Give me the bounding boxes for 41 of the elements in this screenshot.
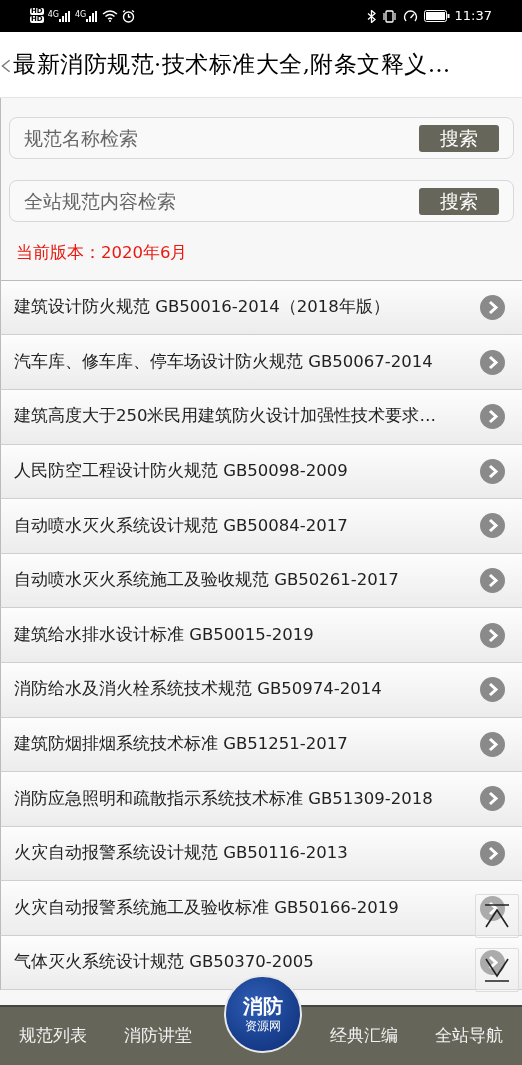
network-label: 4G — [74, 10, 87, 19]
network-label: 4G — [47, 10, 59, 19]
standard-title: 建筑防烟排烟系统技术标准 GB51251-2017 — [14, 732, 349, 755]
standard-title: 气体灭火系统设计规范 GB50370-2005 — [14, 951, 315, 974]
list-item[interactable]: 人民防空工程设计防火规范 GB50098-2009 — [0, 444, 522, 500]
standard-title: 建筑高度大于250米民用建筑防火设计加强性技术要求… — [14, 405, 437, 428]
search-field[interactable]: 规范名称检索 搜索 — [9, 117, 514, 159]
page-title: 最新消防规范·技术标准大全,附条文释义… — [13, 49, 451, 79]
list-item[interactable]: 气体灭火系统设计规范 GB50370-2005 — [0, 935, 522, 991]
list-item[interactable]: 建筑防烟排烟系统技术标准 GB51251-2017 — [0, 717, 522, 773]
list-item[interactable]: 建筑设计防火规范 GB50016-2014（2018年版） — [0, 280, 522, 336]
status-time: 11:37 — [454, 7, 492, 26]
standard-title: 火灾自动报警系统施工及验收标准 GB50166-2019 — [14, 896, 400, 919]
standard-title: 消防应急照明和疏散指示系统技术标准 GB51309-2018 — [14, 787, 434, 810]
standard-title: 自动喷水灭火系统施工及验收规范 GB50261-2017 — [14, 569, 400, 592]
nav-tab[interactable]: 经典汇编 — [311, 1007, 417, 1065]
logo-main-text: 消防 — [243, 996, 283, 1016]
search-button[interactable]: 搜索 — [419, 187, 499, 215]
list-item[interactable]: 自动喷水灭火系统设计规范 GB50084-2017 — [0, 499, 522, 554]
nav-tab[interactable]: 全站导航 — [416, 1007, 522, 1065]
standard-title: 汽车库、修车库、停车场设计防火规范 GB50067-2014 — [14, 350, 434, 373]
list-item[interactable]: 自动喷水灭火系统施工及验收规范 GB50261-2017 — [0, 553, 522, 609]
search-field[interactable]: 全站规范内容检索 搜索 — [9, 180, 514, 222]
nav-tab[interactable]: 规范列表 — [0, 1007, 106, 1065]
logo-sub-text: 资源网 — [245, 1020, 281, 1032]
list-item[interactable]: 消防给水及消火栓系统技术规范 GB50974-2014 — [0, 662, 522, 718]
list-item[interactable]: 建筑高度大于250米民用建筑防火设计加强性技术要求… — [0, 389, 522, 445]
version-label: 当前版本：2020年6月 — [16, 242, 189, 264]
list-item[interactable]: 火灾自动报警系统施工及验收标准 GB50166-2019 — [0, 881, 522, 936]
standard-title: 火灾自动报警系统设计规范 GB50116-2013 — [14, 842, 349, 865]
standard-title: 建筑设计防火规范 GB50016-2014（2018年版） — [14, 296, 391, 319]
standard-title: 消防给水及消火栓系统技术规范 GB50974-2014 — [14, 678, 383, 701]
list-item[interactable]: 火灾自动报警系统设计规范 GB50116-2013 — [0, 826, 522, 882]
list-item[interactable]: 消防应急照明和疏散指示系统技术标准 GB51309-2018 — [0, 772, 522, 827]
standard-title: 自动喷水灭火系统设计规范 GB50084-2017 — [14, 514, 349, 537]
nav-tab[interactable]: 消防讲堂 — [105, 1007, 211, 1065]
list-item[interactable]: 建筑给水排水设计标准 GB50015-2019 — [0, 608, 522, 663]
search-button[interactable]: 搜索 — [419, 124, 499, 152]
list-item[interactable]: 汽车库、修车库、停车场设计防火规范 GB50067-2014 — [0, 335, 522, 390]
standard-title: 建筑给水排水设计标准 GB50015-2019 — [14, 623, 315, 646]
standard-title: 人民防空工程设计防火规范 GB50098-2009 — [14, 459, 349, 482]
